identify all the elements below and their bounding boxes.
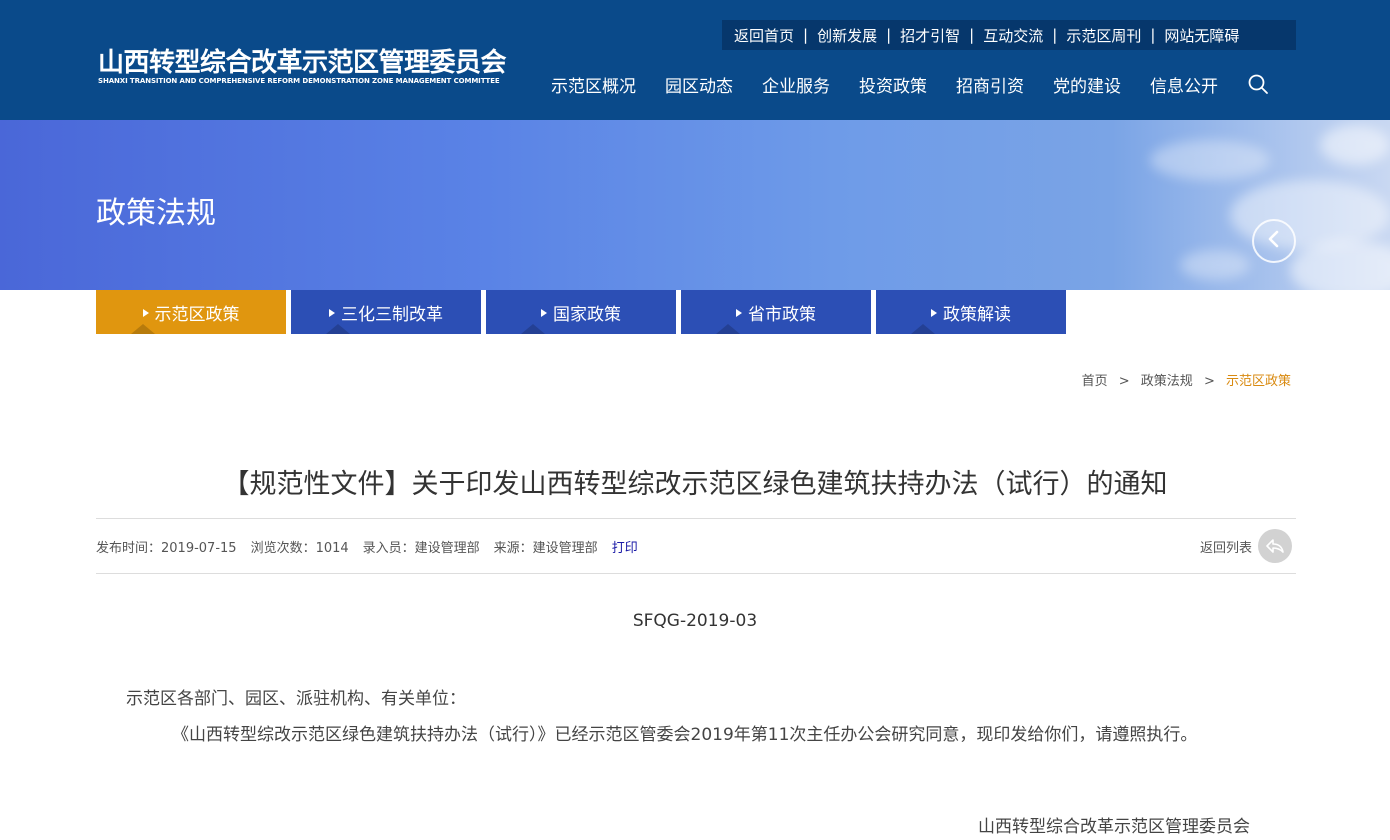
tab-label: 三化三制改革 bbox=[341, 304, 443, 325]
top-link-separator: | bbox=[1150, 26, 1156, 44]
tab-notch-decoration bbox=[716, 324, 740, 334]
breadcrumb-separator: > bbox=[1203, 374, 1215, 389]
article-title: 【规范性文件】关于印发山西转型综改示范区绿色建筑扶持办法（试行）的通知 bbox=[222, 469, 1168, 500]
banner-cloud-decoration bbox=[1180, 250, 1250, 280]
top-link-separator: | bbox=[1052, 26, 1058, 44]
page-banner: 政策法规 bbox=[0, 120, 1390, 290]
tab-provincial-policy[interactable]: 省市政策 bbox=[681, 290, 871, 334]
tab-label: 示范区政策 bbox=[154, 304, 240, 325]
tab-three-reform[interactable]: 三化三制改革 bbox=[291, 290, 481, 334]
site-header: 山西转型综合改革示范区管理委员会 SHANXI TRANSITION AND C… bbox=[0, 0, 1390, 120]
caret-right-icon bbox=[736, 309, 742, 317]
caret-right-icon bbox=[142, 309, 149, 317]
breadcrumb-current[interactable]: 示范区政策 bbox=[1226, 374, 1291, 389]
top-link-interaction[interactable]: 互动交流 bbox=[983, 25, 1043, 46]
nav-item-enterprise-service[interactable]: 企业服务 bbox=[762, 72, 830, 97]
article-greeting: 示范区各部门、园区、派驻机构、有关单位： bbox=[126, 689, 466, 709]
tab-notch-decoration bbox=[911, 324, 935, 334]
site-logo-subtitle: SHANXI TRANSITION AND COMPREHENSIVE REFO… bbox=[98, 77, 500, 85]
tab-notch-decoration bbox=[521, 324, 545, 334]
caret-right-icon bbox=[931, 309, 937, 317]
category-tabs: 示范区政策 三化三制改革 国家政策 省市政策 政策解读 bbox=[96, 290, 1071, 334]
document-number: SFQG-2019-03 bbox=[632, 611, 758, 631]
breadcrumb: 首页 > 政策法规 > 示范区政策 bbox=[1082, 370, 1291, 389]
banner-title: 政策法规 bbox=[96, 196, 216, 231]
article-body-paragraph: 《山西转型综改示范区绿色建筑扶持办法（试行）》已经示范区管委会2019年第11次… bbox=[172, 725, 1198, 745]
back-to-list-label: 返回列表 bbox=[1200, 540, 1253, 556]
nav-item-investment-promotion[interactable]: 招商引资 bbox=[956, 72, 1024, 97]
reply-arrow-icon bbox=[1258, 529, 1293, 563]
breadcrumb-home[interactable]: 首页 bbox=[1082, 374, 1108, 389]
tab-national-policy[interactable]: 国家政策 bbox=[486, 290, 676, 334]
top-link-innovation[interactable]: 创新发展 bbox=[817, 25, 877, 46]
article-signature: 山西转型综合改革示范区管理委员会 bbox=[978, 817, 1250, 837]
tab-policy-interpretation[interactable]: 政策解读 bbox=[876, 290, 1066, 334]
meta-divider bbox=[96, 573, 1296, 574]
banner-cloud-decoration bbox=[1150, 140, 1270, 180]
top-link-separator: | bbox=[803, 26, 809, 44]
nav-item-investment-policy[interactable]: 投资政策 bbox=[859, 72, 927, 97]
caret-right-icon bbox=[541, 309, 547, 317]
tab-notch-decoration bbox=[131, 324, 155, 334]
back-to-list-button[interactable]: 返回列表 bbox=[1200, 528, 1293, 564]
meta-publish-date: 发布时间：2019-07-15 bbox=[96, 541, 237, 556]
banner-prev-button[interactable] bbox=[1252, 219, 1296, 263]
top-link-home[interactable]: 返回首页 bbox=[734, 25, 794, 46]
nav-item-party-building[interactable]: 党的建设 bbox=[1053, 72, 1121, 97]
meta-source: 来源：建设管理部 bbox=[493, 541, 598, 556]
top-link-separator: | bbox=[886, 26, 892, 44]
top-link-talent[interactable]: 招才引智 bbox=[900, 25, 960, 46]
breadcrumb-separator: > bbox=[1118, 374, 1130, 389]
top-link-weekly[interactable]: 示范区周刊 bbox=[1066, 25, 1141, 46]
main-nav: 示范区概况 园区动态 企业服务 投资政策 招商引资 党的建设 信息公开 bbox=[551, 70, 1269, 98]
meta-view-count: 浏览次数：1014 bbox=[250, 541, 349, 556]
top-links-bar: 返回首页 | 创新发展 | 招才引智 | 互动交流 | 示范区周刊 | 网站无障… bbox=[722, 20, 1296, 50]
print-link[interactable]: 打印 bbox=[612, 537, 638, 556]
article-meta: 发布时间：2019-07-15 浏览次数：1014 录入员：建设管理部 来源：建… bbox=[96, 537, 652, 556]
site-logo-title[interactable]: 山西转型综合改革示范区管理委员会 bbox=[98, 42, 507, 79]
top-link-separator: | bbox=[969, 26, 975, 44]
tab-notch-decoration bbox=[326, 324, 350, 334]
search-icon[interactable] bbox=[1247, 73, 1269, 95]
nav-item-info-disclosure[interactable]: 信息公开 bbox=[1150, 72, 1218, 97]
meta-editor: 录入员：建设管理部 bbox=[362, 541, 480, 556]
breadcrumb-section[interactable]: 政策法规 bbox=[1141, 374, 1193, 389]
meta-divider bbox=[96, 518, 1296, 519]
tab-label: 政策解读 bbox=[943, 304, 1011, 325]
tab-label: 国家政策 bbox=[553, 304, 621, 325]
banner-cloud-decoration bbox=[1320, 125, 1390, 165]
caret-right-icon bbox=[329, 309, 335, 317]
nav-item-park-news[interactable]: 园区动态 bbox=[665, 72, 733, 97]
tab-demo-zone-policy[interactable]: 示范区政策 bbox=[96, 290, 286, 334]
chevron-left-icon bbox=[1266, 229, 1282, 253]
top-link-accessibility[interactable]: 网站无障碍 bbox=[1164, 25, 1239, 46]
nav-item-overview[interactable]: 示范区概况 bbox=[551, 72, 636, 97]
tab-label: 省市政策 bbox=[748, 304, 816, 325]
